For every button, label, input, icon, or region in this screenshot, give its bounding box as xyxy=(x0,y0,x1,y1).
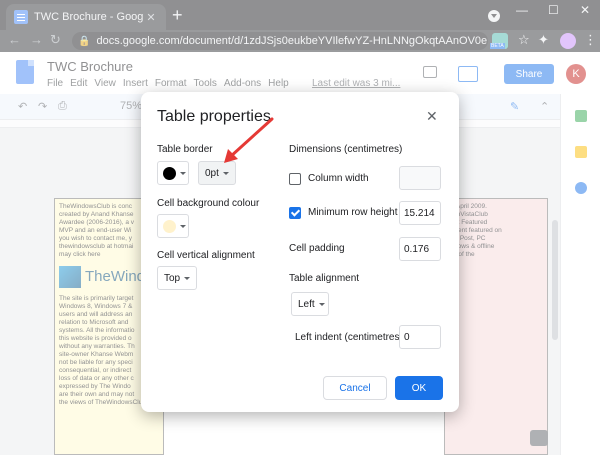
column-width-input[interactable] xyxy=(399,166,441,190)
close-icon[interactable]: ✕ xyxy=(426,108,438,125)
cell-bg-color-button[interactable] xyxy=(157,214,189,238)
cell-bg-color-swatch xyxy=(163,220,176,233)
ok-button[interactable]: OK xyxy=(395,376,443,400)
min-row-height-checkbox[interactable] xyxy=(289,207,301,219)
table-properties-dialog: Table properties ✕ Table border 0pt Cell… xyxy=(141,92,459,412)
border-width-value: 0pt xyxy=(205,167,219,179)
min-row-height-label: Minimum row height xyxy=(308,207,398,218)
column-width-label: Column width xyxy=(308,173,369,184)
chevron-down-icon xyxy=(184,276,191,280)
vertical-align-dropdown[interactable]: Top xyxy=(157,266,197,290)
cell-bg-label: Cell background colour xyxy=(157,198,260,209)
vertical-align-value: Top xyxy=(164,272,181,284)
dimensions-label: Dimensions (centimetres) xyxy=(289,144,403,155)
chevron-down-icon xyxy=(222,171,229,175)
min-row-height-input[interactable]: 15.214 xyxy=(399,201,441,225)
left-indent-label: Left indent (centimetres) xyxy=(295,332,403,343)
border-color-button[interactable] xyxy=(157,161,189,185)
table-alignment-dropdown[interactable]: Left xyxy=(291,292,329,316)
chevron-down-icon xyxy=(318,302,325,306)
table-alignment-label: Table alignment xyxy=(289,273,360,284)
annotation-arrow-icon xyxy=(224,117,274,163)
cell-padding-label: Cell padding xyxy=(289,243,345,254)
left-indent-input[interactable]: 0 xyxy=(399,325,441,349)
column-width-checkbox[interactable] xyxy=(289,173,301,185)
table-border-label: Table border xyxy=(157,144,213,155)
cell-padding-input[interactable]: 0.176 xyxy=(399,237,441,261)
border-color-swatch xyxy=(163,167,176,180)
vertical-align-label: Cell vertical alignment xyxy=(157,250,255,261)
chevron-down-icon xyxy=(180,172,186,175)
cancel-button[interactable]: Cancel xyxy=(323,376,387,400)
chevron-down-icon xyxy=(180,225,186,228)
table-alignment-value: Left xyxy=(298,298,315,310)
